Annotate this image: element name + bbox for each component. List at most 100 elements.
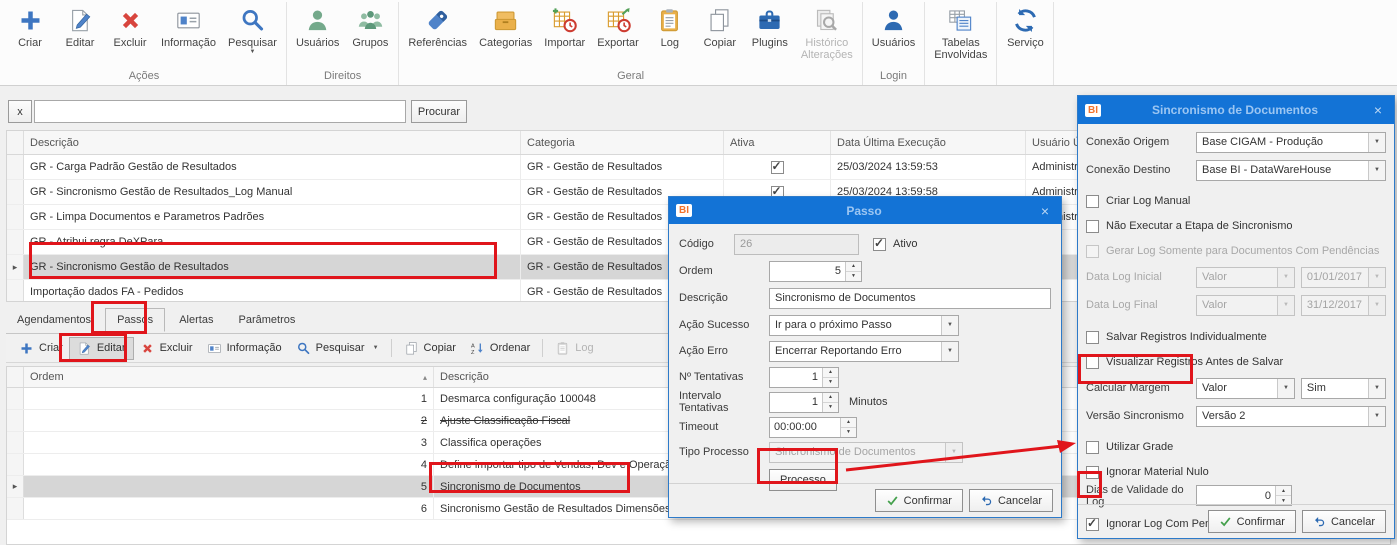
ribbon-item-editar[interactable]: Editar: [55, 2, 105, 49]
ribbon-item-log[interactable]: Log: [645, 2, 695, 49]
tentativas-stepper[interactable]: 1 ▲ ▼: [769, 366, 839, 388]
toolbar-separator: [390, 339, 392, 357]
acao-erro-select[interactable]: Encerrar Reportando Erro ▼: [769, 340, 959, 362]
ribbon-item-criar[interactable]: Criar: [5, 2, 55, 49]
tab-alertas[interactable]: Alertas: [168, 308, 224, 331]
tag-icon: [424, 7, 451, 34]
ribbon-item-informacao[interactable]: Informação: [155, 2, 222, 49]
ribbon-item-importar[interactable]: Importar: [538, 2, 591, 49]
dropdown-arrow-icon[interactable]: ▼: [941, 341, 958, 361]
copiar-button[interactable]: Copiar: [397, 338, 463, 359]
conexao-origem-select[interactable]: Base CIGAM - Produção ▼: [1196, 131, 1386, 153]
acao-sucesso-select[interactable]: Ir para o próximo Passo ▼: [769, 314, 959, 336]
ignorar-material-checkbox[interactable]: [1086, 465, 1099, 479]
column-header-categoria[interactable]: Categoria: [521, 131, 724, 154]
ribbon-item-servico[interactable]: Serviço: [1000, 2, 1050, 49]
nao-executar-checkbox[interactable]: [1086, 219, 1099, 233]
salvar-registros-checkbox[interactable]: [1086, 330, 1099, 344]
ribbon-item-categorias[interactable]: Categorias: [473, 2, 538, 49]
ribbon-item-grupos[interactable]: Grupos: [345, 2, 395, 49]
clear-search-button[interactable]: x: [8, 100, 32, 123]
calcular-margem-valor-select[interactable]: Sim ▼: [1300, 377, 1386, 399]
dropdown-arrow-icon[interactable]: ▼: [250, 49, 256, 55]
ordem-stepper[interactable]: 5 ▲ ▼: [769, 260, 862, 282]
pesquisar-button[interactable]: Pesquisar ▼: [289, 338, 386, 359]
ribbon-item-usuarios[interactable]: Usuários: [290, 2, 345, 49]
spinner-up-icon[interactable]: ▲: [1276, 486, 1291, 496]
ribbon-group-geral: Referências Categorias Importar Exportar…: [399, 2, 863, 85]
ribbon-item-exportar[interactable]: Exportar: [591, 2, 645, 49]
ribbon-item-pesquisar[interactable]: Pesquisar ▼: [222, 2, 283, 55]
dropdown-arrow-icon[interactable]: ▼: [1368, 132, 1385, 152]
field-label: Ordem: [679, 265, 713, 277]
ordenar-button[interactable]: Ordenar: [463, 338, 537, 359]
dialog-button-bar: Confirmar Cancelar: [1078, 504, 1394, 538]
column-header-ativa[interactable]: Ativa: [724, 131, 831, 154]
ribbon-item-referencias[interactable]: Referências: [402, 2, 473, 49]
calcular-margem-modo-select[interactable]: Valor ▼: [1196, 377, 1295, 399]
descricao-input[interactable]: Sincronismo de Documentos: [769, 287, 1051, 309]
utilizar-grade-checkbox[interactable]: [1086, 440, 1099, 454]
close-icon[interactable]: ×: [1036, 203, 1054, 219]
tab-agendamentos[interactable]: Agendamentos: [6, 308, 102, 331]
ribbon-item-tabelas-envolvidas[interactable]: Tabelas Envolvidas: [928, 2, 993, 62]
dropdown-arrow-icon[interactable]: ▼: [373, 345, 379, 351]
sort-ascending-icon: ▴: [422, 372, 427, 382]
ribbon-group-label: Ações: [128, 70, 160, 82]
spinner-up-icon[interactable]: ▲: [846, 261, 861, 272]
search-button[interactable]: Procurar: [411, 100, 467, 123]
timeout-stepper[interactable]: 00:00:00 ▲ ▼: [769, 416, 857, 438]
criar-button[interactable]: Criar: [12, 338, 70, 359]
tab-parametros[interactable]: Parâmetros: [228, 308, 307, 331]
dropdown-arrow-icon[interactable]: ▼: [1368, 378, 1385, 398]
dropdown-arrow-icon[interactable]: ▼: [1276, 378, 1294, 398]
ribbon-item-excluir[interactable]: Excluir: [105, 2, 155, 49]
confirmar-button[interactable]: Confirmar: [874, 489, 963, 512]
ativo-checkbox[interactable]: [873, 236, 886, 251]
intervalo-stepper[interactable]: 1 ▲ ▼: [769, 391, 839, 413]
tables-icon: [947, 7, 974, 34]
dropdown-arrow-icon[interactable]: ▼: [1368, 160, 1385, 180]
field-label: Intervalo Tentativas: [679, 390, 729, 414]
ribbon-item-copiar[interactable]: Copiar: [695, 2, 745, 49]
cancelar-button[interactable]: Cancelar: [1301, 510, 1386, 533]
informacao-button[interactable]: Informação: [200, 338, 289, 359]
confirmar-button[interactable]: Confirmar: [1207, 510, 1296, 533]
delete-icon: [117, 7, 144, 34]
column-header-descricao[interactable]: Descrição: [24, 131, 521, 154]
close-icon[interactable]: ×: [1369, 102, 1387, 118]
criar-log-checkbox[interactable]: [1086, 194, 1099, 208]
search-input[interactable]: [34, 100, 406, 123]
dropdown-arrow-icon[interactable]: ▼: [1368, 406, 1385, 426]
check-icon: [886, 494, 899, 507]
briefcase-icon: [756, 7, 783, 34]
conexao-destino-select[interactable]: Base BI - DataWareHouse ▼: [1196, 159, 1386, 181]
data-final-modo-select: Valor ▼: [1196, 294, 1295, 316]
excluir-button[interactable]: Excluir: [133, 338, 200, 359]
spinner-up-icon[interactable]: ▲: [823, 392, 838, 403]
ribbon-item-usuarios-login[interactable]: Usuários: [866, 2, 921, 49]
versao-sincronismo-select[interactable]: Versão 2 ▼: [1196, 405, 1386, 427]
visualizar-registros-checkbox[interactable]: [1086, 355, 1099, 369]
dias-validade-stepper[interactable]: 0 ▲ ▼: [1196, 485, 1292, 506]
spinner-up-icon[interactable]: ▲: [841, 417, 856, 428]
dropdown-arrow-icon[interactable]: ▼: [941, 315, 958, 335]
ribbon-item-historico-alteracoes: Histórico Alterações: [795, 2, 859, 62]
id-card-icon: [207, 341, 222, 356]
spinner-down-icon[interactable]: ▼: [841, 427, 856, 437]
ribbon-item-plugins[interactable]: Plugins: [745, 2, 795, 49]
editar-button[interactable]: Editar: [68, 336, 134, 360]
calendar-import-icon: [551, 7, 578, 34]
tab-passos[interactable]: Passos: [105, 308, 166, 332]
spinner-down-icon[interactable]: ▼: [846, 271, 861, 281]
dialog-button-bar: Confirmar Cancelar: [669, 483, 1061, 517]
spinner-down-icon[interactable]: ▼: [823, 377, 838, 387]
column-header-ordem[interactable]: Ordem ▴: [24, 367, 434, 387]
column-header-data[interactable]: Data Última Execução: [831, 131, 1026, 154]
spinner-up-icon[interactable]: ▲: [823, 367, 838, 378]
cancelar-button[interactable]: Cancelar: [968, 489, 1053, 512]
dialog-titlebar[interactable]: BI Sincronismo de Documentos ×: [1078, 96, 1394, 124]
ativa-checkbox[interactable]: [770, 159, 784, 174]
spinner-down-icon[interactable]: ▼: [823, 402, 838, 412]
dialog-titlebar[interactable]: BI Passo ×: [669, 197, 1061, 224]
